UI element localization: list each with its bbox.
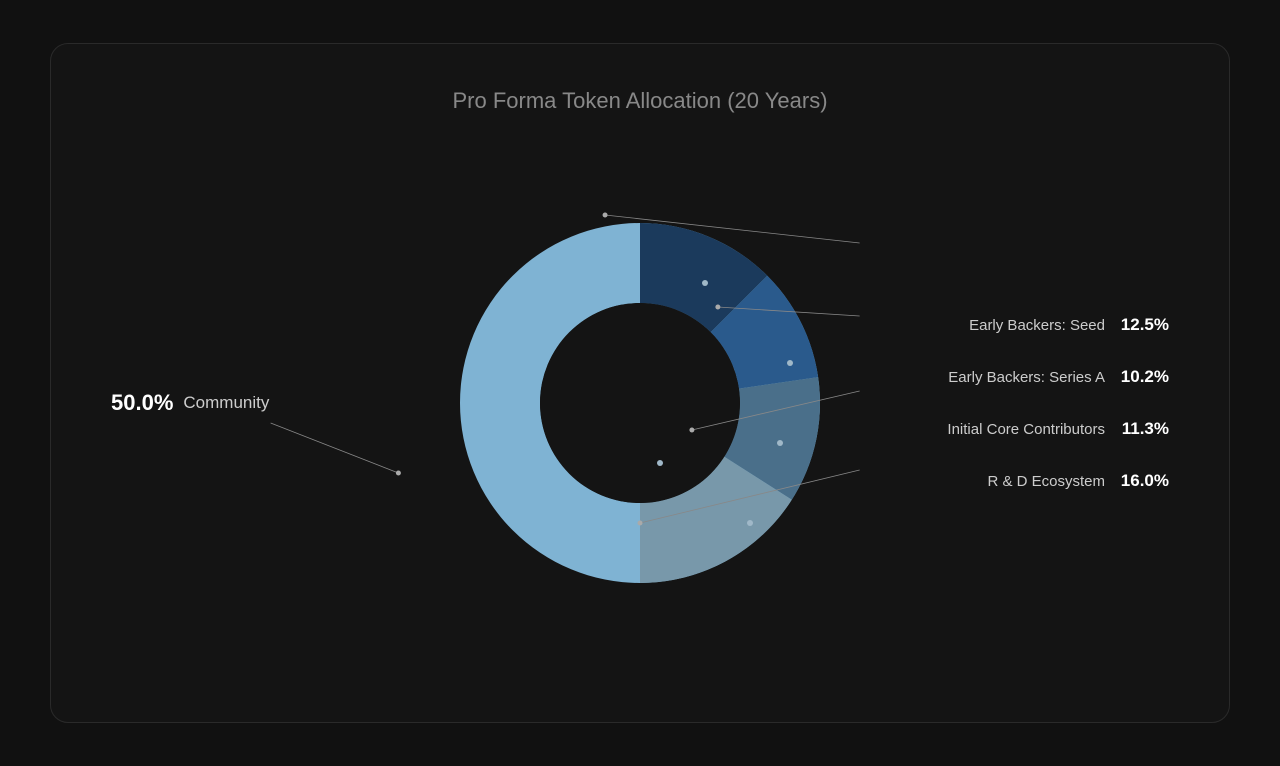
core-pct: 11.3%: [1117, 419, 1169, 439]
community-name: Community: [183, 393, 269, 413]
series-a-dot: [787, 360, 793, 366]
seed-dot: [702, 280, 708, 286]
left-label-group: 50.0% Community: [111, 390, 269, 416]
chart-title: Pro Forma Token Allocation (20 Years): [452, 88, 827, 114]
rd-dot: [747, 520, 753, 526]
donut-chart: [450, 213, 830, 593]
series-a-pct: 10.2%: [1117, 367, 1169, 387]
right-label-row-rd: R & D Ecosystem 16.0%: [947, 471, 1169, 491]
chart-area: 50.0% Community: [51, 143, 1229, 663]
donut-hole: [540, 303, 740, 503]
community-pct: 50.0%: [111, 390, 173, 416]
right-label-row-series-a: Early Backers: Series A 10.2%: [947, 367, 1169, 387]
community-dot: [657, 460, 663, 466]
donut-svg-main: [450, 213, 830, 593]
title-sub: (20 Years): [727, 88, 827, 113]
core-dot: [777, 440, 783, 446]
rd-label: R & D Ecosystem: [987, 473, 1105, 490]
core-label: Initial Core Contributors: [947, 421, 1105, 438]
right-label-row-seed: Early Backers: Seed 12.5%: [947, 315, 1169, 335]
main-card: Pro Forma Token Allocation (20 Years) 50…: [50, 43, 1230, 723]
seed-label: Early Backers: Seed: [969, 317, 1105, 334]
title-main: Pro Forma Token Allocation: [452, 88, 721, 113]
seed-pct: 12.5%: [1117, 315, 1169, 335]
series-a-label: Early Backers: Series A: [948, 369, 1105, 386]
rd-pct: 16.0%: [1117, 471, 1169, 491]
right-label-row-core: Initial Core Contributors 11.3%: [947, 419, 1169, 439]
right-labels: Early Backers: Seed 12.5% Early Backers:…: [947, 315, 1169, 491]
